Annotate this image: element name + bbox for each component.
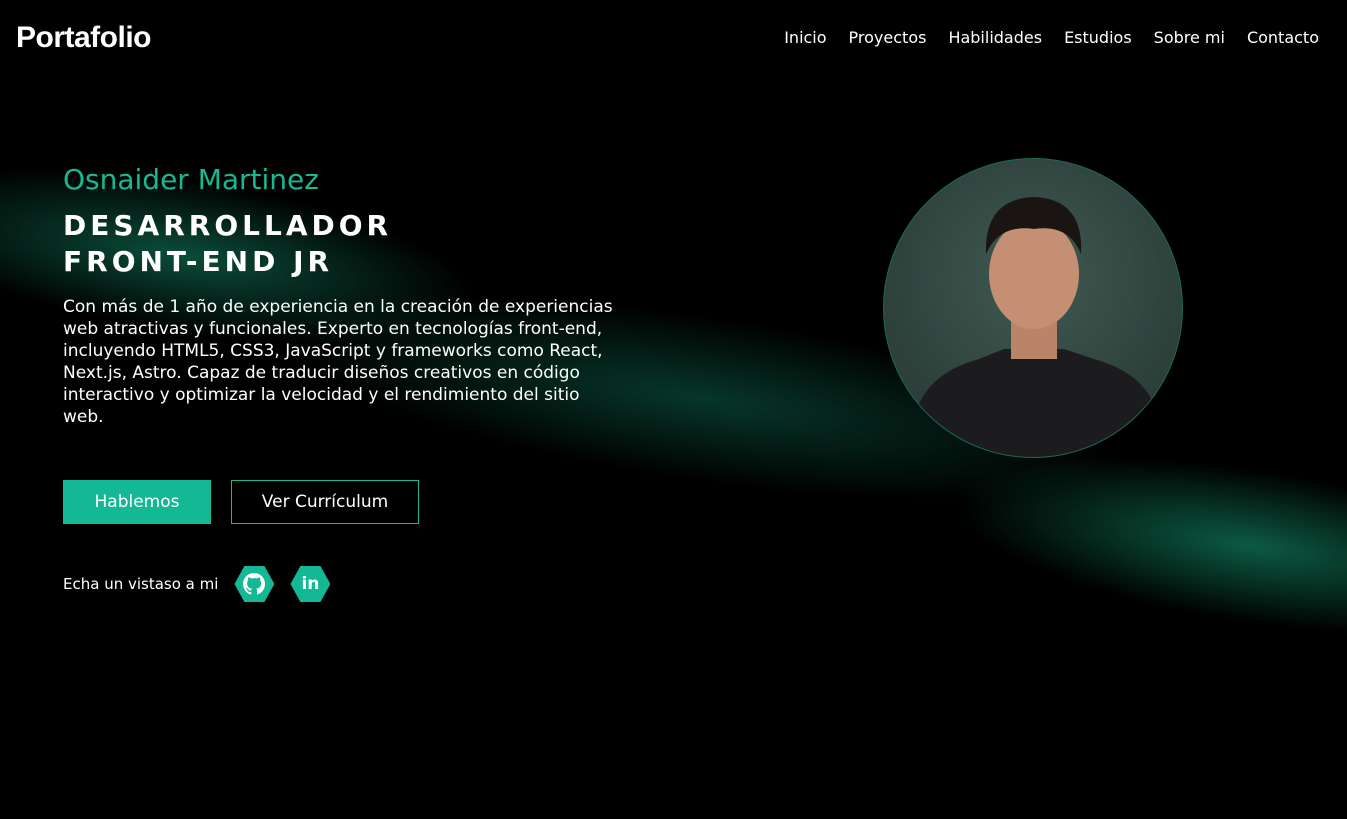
nav-sobre-mi[interactable]: Sobre mi bbox=[1154, 28, 1225, 47]
nav-estudios[interactable]: Estudios bbox=[1064, 28, 1132, 47]
main-nav: Inicio Proyectos Habilidades Estudios So… bbox=[784, 28, 1319, 47]
nav-habilidades[interactable]: Habilidades bbox=[948, 28, 1042, 47]
linkedin-text: in bbox=[301, 574, 320, 594]
logo[interactable]: Portafolio bbox=[16, 21, 152, 55]
header: Portafolio Inicio Proyectos Habilidades … bbox=[0, 0, 1347, 75]
hero-name: Osnaider Martinez bbox=[63, 163, 319, 196]
github-icon[interactable] bbox=[234, 566, 275, 602]
hero: Osnaider Martinez DESARROLLADOR FRONT-EN… bbox=[63, 163, 623, 602]
hero-buttons: Hablemos Ver Currículum bbox=[63, 480, 623, 524]
ver-curriculum-button[interactable]: Ver Currículum bbox=[231, 480, 419, 524]
nav-proyectos[interactable]: Proyectos bbox=[849, 28, 927, 47]
nav-contacto[interactable]: Contacto bbox=[1247, 28, 1319, 47]
hablemos-button[interactable]: Hablemos bbox=[63, 480, 211, 524]
hero-role: DESARROLLADOR FRONT-END JR bbox=[63, 208, 623, 280]
social-links: Echa un vistaso a mi in bbox=[63, 566, 623, 602]
role-line-2: FRONT-END JR bbox=[63, 245, 334, 278]
social-label: Echa un vistaso a mi bbox=[63, 575, 219, 593]
linkedin-icon[interactable]: in bbox=[290, 566, 331, 602]
nav-inicio[interactable]: Inicio bbox=[784, 28, 826, 47]
hero-description: Con más de 1 año de experiencia en la cr… bbox=[63, 297, 613, 427]
profile-photo bbox=[883, 158, 1183, 458]
role-line-1: DESARROLLADOR bbox=[63, 209, 393, 242]
